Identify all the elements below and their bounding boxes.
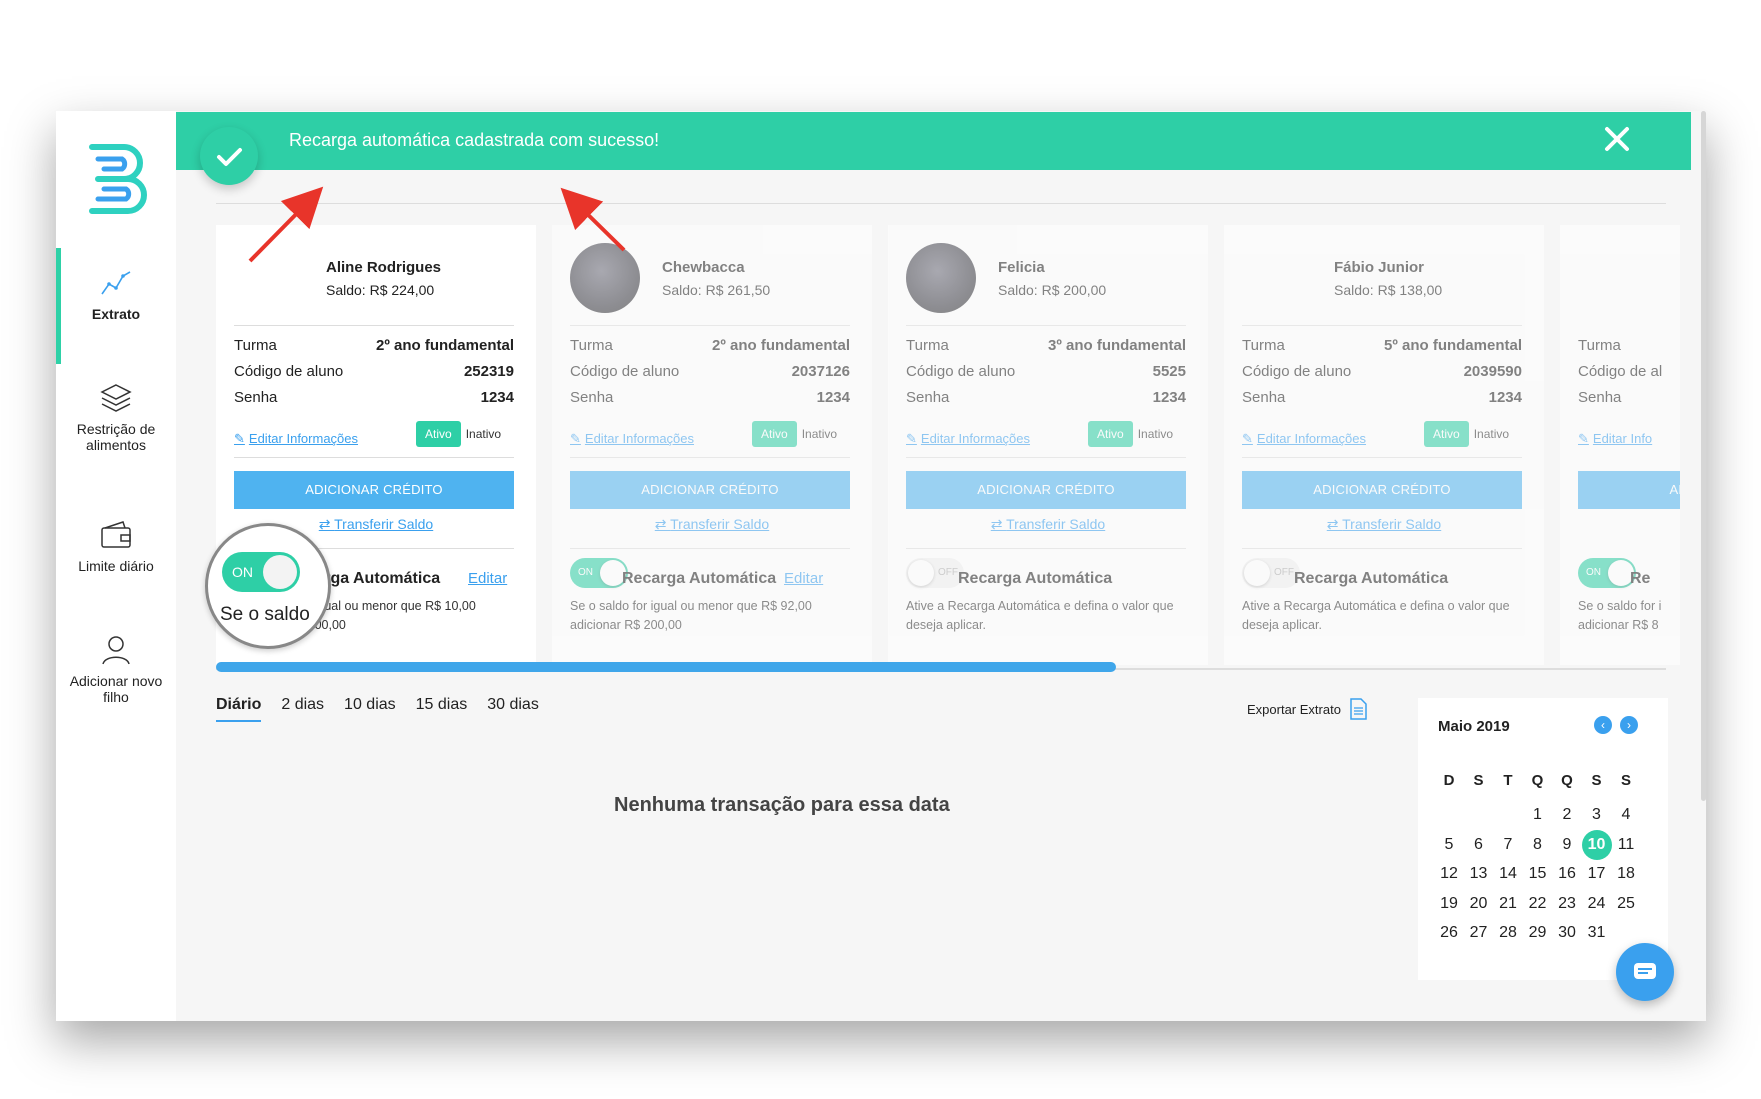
close-icon[interactable]	[1603, 125, 1631, 153]
success-banner: Recarga automática cadastrada com sucess…	[176, 112, 1691, 185]
check-icon	[200, 127, 258, 185]
banner-message: Recarga automática cadastrada com sucess…	[289, 130, 660, 150]
